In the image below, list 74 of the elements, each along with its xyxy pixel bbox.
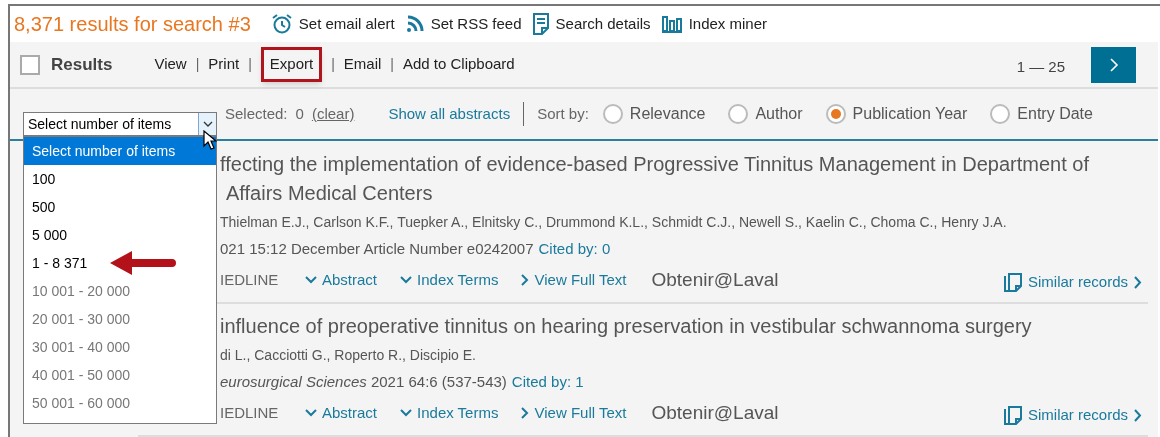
sort-by-label: Sort by:: [537, 103, 589, 124]
chevron-down-icon: [400, 276, 413, 284]
checkbox[interactable]: [20, 54, 40, 75]
chevron-right-icon: [1134, 275, 1142, 289]
result-authors: di L., Cacciotti G., Roperto R., Discipio E.: [220, 346, 477, 365]
results-label: Results: [51, 53, 113, 76]
result-link[interactable]: Abstract: [305, 268, 378, 292]
dropdown-option[interactable]: 100: [24, 165, 216, 193]
sort-radio-option[interactable]: Author: [728, 102, 803, 126]
header-action-link[interactable]: Set RSS feed: [404, 12, 522, 36]
separator: |: [248, 55, 252, 74]
result-title[interactable]: Affairs Medical Centers: [220, 179, 1148, 208]
separator: |: [390, 55, 394, 74]
sort-radio-option[interactable]: Publication Year: [825, 102, 968, 126]
database-label: IEDLINE: [220, 269, 280, 290]
pagination-range: 1 — 25: [1016, 57, 1065, 78]
sort-radio-option[interactable]: Relevance: [602, 102, 706, 126]
dropdown-option[interactable]: Select number of items: [24, 137, 216, 165]
result-link[interactable]: Index Terms: [400, 401, 499, 425]
radio-button[interactable]: [728, 104, 749, 124]
cited-by-link[interactable]: Cited by: 0: [538, 235, 611, 262]
dropdown-option[interactable]: 500: [24, 193, 216, 221]
radio-button[interactable]: [825, 104, 846, 124]
database-label: IEDLINE: [220, 402, 280, 423]
show-all-abstracts-link[interactable]: Show all abstracts: [388, 102, 511, 126]
similar-records-link[interactable]: Similar records: [1003, 270, 1142, 294]
result-authors: Thielman E.J., Carlson K.F., Tuepker A., Elnitsky C., Drummond K.L., Schmidt C.J., Newell S., Kaelin C., Choma C., Henry J.A.: [220, 213, 1008, 232]
chevron-down-icon: [400, 409, 413, 417]
rss-icon: [404, 14, 425, 34]
header-action-link[interactable]: Search details: [531, 12, 651, 36]
documents-icon: [1003, 405, 1022, 425]
results-count-title: 8,371 results for search #3: [14, 12, 251, 37]
result-link[interactable]: Abstract: [305, 401, 378, 425]
chevron-right-icon: [1134, 408, 1142, 422]
radio-button[interactable]: [990, 104, 1011, 124]
header-action-link[interactable]: Set email alert: [270, 12, 395, 36]
radio-button[interactable]: [602, 104, 623, 124]
chevron-right-icon: [1108, 56, 1119, 73]
documents-icon: [1003, 272, 1022, 292]
result-title[interactable]: influence of preoperative tinnitus on hearing preservation in vestibular schwannoma surgery: [220, 312, 1148, 341]
chevron-right-icon: [521, 274, 530, 286]
document-icon: [531, 13, 550, 35]
result-link[interactable]: Index Terms: [400, 268, 499, 292]
separator: |: [195, 55, 200, 74]
result-source: 021 15:12 December Article Number e0242007: [220, 239, 534, 259]
dropdown-option[interactable]: 5 000: [24, 221, 216, 249]
toolbar-link[interactable]: Add to Clipboard: [402, 53, 515, 76]
obtain-link[interactable]: Obtenir@Laval: [651, 398, 779, 428]
result-link[interactable]: View Full Text: [521, 401, 627, 425]
cited-by-link[interactable]: Cited by: 1: [511, 368, 584, 395]
clear-link[interactable]: (clear): [311, 102, 355, 126]
toolbar-link[interactable]: Print: [208, 53, 240, 76]
toolbar-link[interactable]: Export: [260, 47, 323, 82]
chevron-down-icon: [305, 409, 317, 417]
sort-radio-option[interactable]: Entry Date: [990, 102, 1093, 126]
separator: |: [331, 55, 335, 74]
similar-records-link[interactable]: Similar records: [1003, 403, 1142, 427]
chevron-down-icon: [305, 276, 317, 284]
next-page-button[interactable]: [1091, 46, 1136, 83]
toolbar-link[interactable]: View: [154, 53, 187, 76]
obtain-link[interactable]: Obtenir@Laval: [651, 265, 779, 295]
dropdown-option[interactable]: 1 - 8 371: [24, 249, 216, 277]
result-source: eurosurgical Sciences 2021 64:6 (537-543): [220, 372, 507, 392]
header-action-link[interactable]: Index miner: [660, 12, 767, 36]
alarm-clock-icon: [270, 13, 293, 35]
selected-count: 0: [295, 103, 304, 124]
chevron-down-icon: [202, 121, 213, 127]
result-title[interactable]: ffecting the implementation of evidence-based Progressive Tinnitus Management in Department of: [220, 150, 1148, 179]
result-link[interactable]: View Full Text: [521, 268, 627, 292]
items-dropdown[interactable]: Select number of items: [23, 112, 217, 136]
toolbar-link[interactable]: Email: [343, 53, 382, 76]
bar-chart-icon: [660, 15, 683, 33]
selected-label: Selected:: [225, 103, 288, 124]
chevron-right-icon: [521, 407, 530, 419]
